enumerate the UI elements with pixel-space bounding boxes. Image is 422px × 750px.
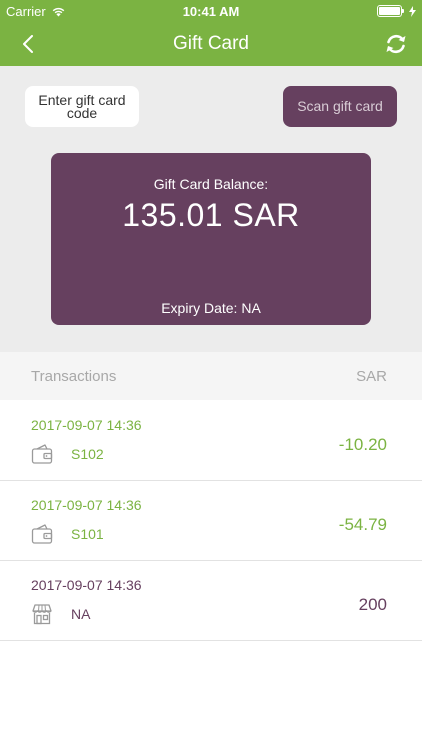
balance-card: Gift Card Balance: 135.01 SAR Expiry Dat… [51,153,371,325]
transaction-reference: NA [71,606,91,622]
charging-icon [409,5,416,17]
scan-gift-card-button[interactable]: Scan gift card [283,86,397,127]
transaction-reference: S102 [71,446,104,462]
transaction-row[interactable]: 2017-09-07 14:36 NA 200 [0,561,422,641]
transaction-date: 2017-09-07 14:36 [31,577,142,593]
chevron-left-icon [23,35,33,53]
transaction-amount: -10.20 [338,435,387,454]
balance-amount: 135.01 SAR [122,197,300,233]
nav-bar: Gift Card [0,22,422,66]
enter-gift-card-code-button[interactable]: Enter gift card code [25,86,139,127]
wallet-icon [31,444,53,464]
transaction-row[interactable]: 2017-09-07 14:36 S101 -54.79 [0,481,422,561]
gift-card-panel: Enter gift card code Scan gift card Gift… [0,66,422,352]
expiry-date: Expiry Date: NA [161,300,261,316]
transaction-amount: 200 [358,595,387,614]
transaction-date: 2017-09-07 14:36 [31,497,142,513]
back-button[interactable] [14,30,42,58]
store-icon [32,604,52,625]
balance-label: Gift Card Balance: [153,176,269,192]
status-left: Carrier [6,4,66,19]
transactions-title: Transactions [31,367,117,385]
transactions-header: Transactions SAR [0,352,422,400]
status-bar: Carrier 10:41 AM [0,0,422,22]
page-title: Gift Card [172,33,250,54]
transaction-date: 2017-09-07 14:36 [31,417,142,433]
carrier-label: Carrier [6,3,46,19]
status-right [377,5,416,17]
transaction-reference: S101 [71,526,104,542]
currency-header: SAR [356,367,387,385]
transaction-amount: -54.79 [338,515,387,534]
transaction-row[interactable]: 2017-09-07 14:36 S102 -10.20 [0,401,422,481]
battery-icon [377,5,404,17]
refresh-icon [386,34,406,54]
wifi-icon [52,7,65,16]
wallet-icon [31,524,53,544]
refresh-button[interactable] [382,30,410,58]
